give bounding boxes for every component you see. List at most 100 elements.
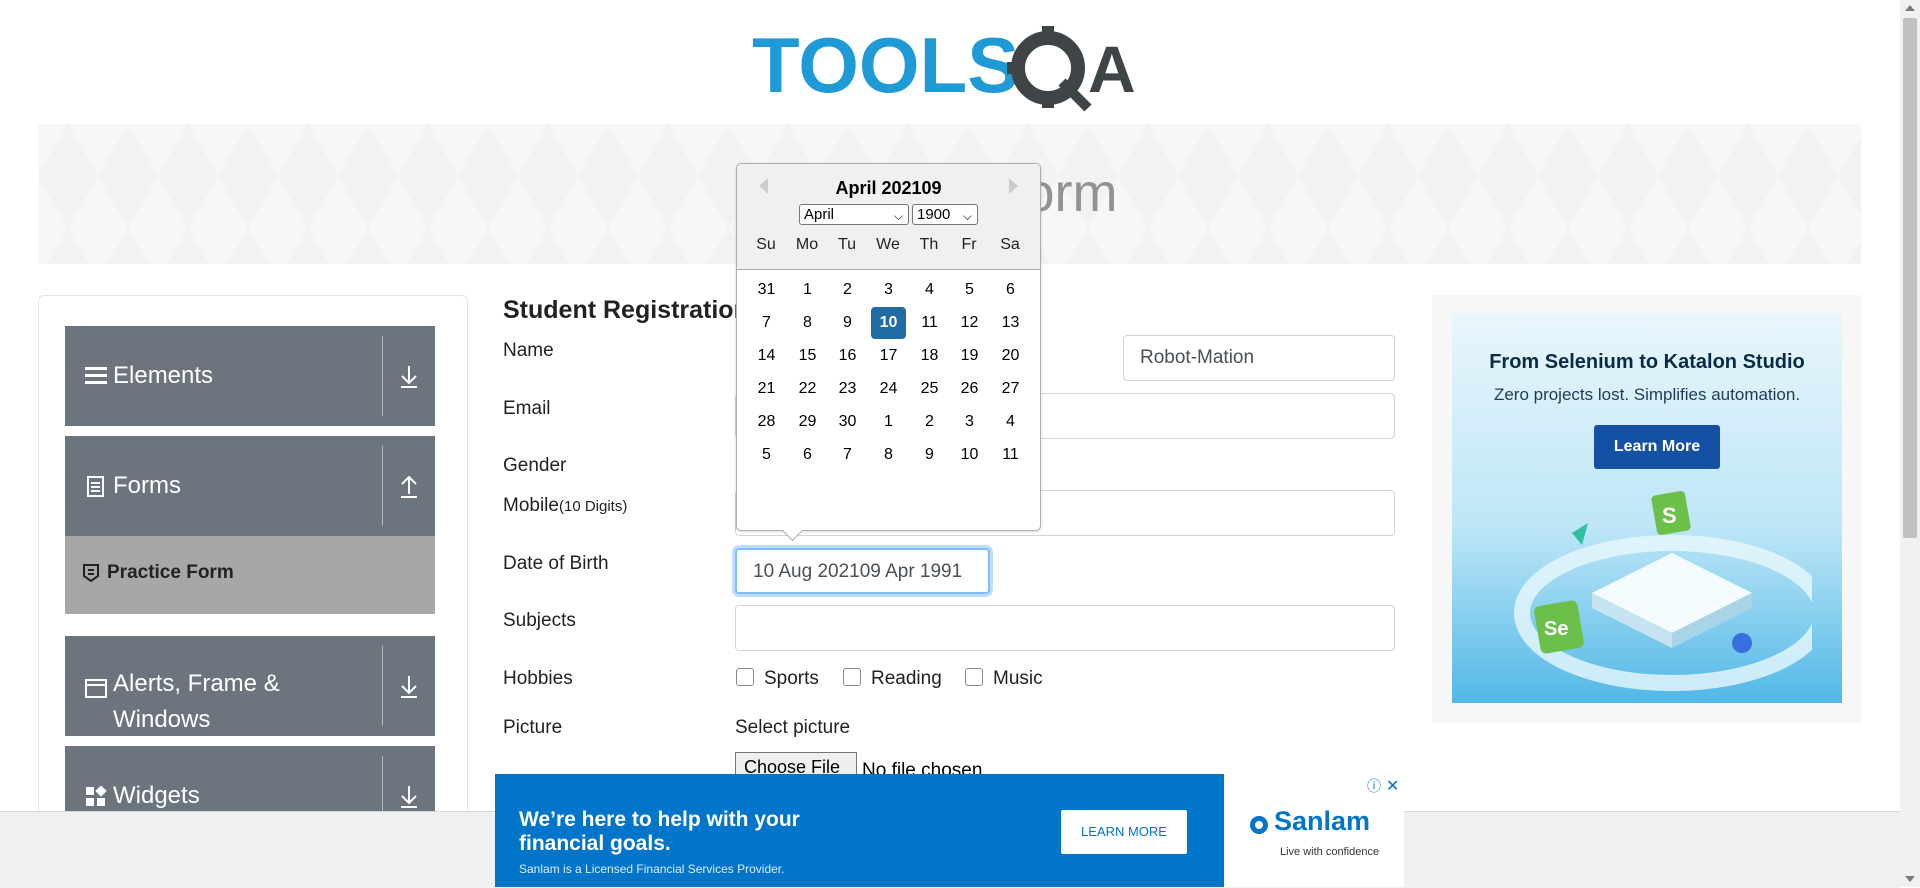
right-advertisement[interactable]: From Selenium to Katalon Studio Zero pro… bbox=[1432, 295, 1862, 723]
sidebar: Elements Forms Practice Form Alerts, Fra… bbox=[38, 295, 468, 856]
sidebar-group-label: Elements bbox=[113, 362, 214, 389]
calendar-day[interactable]: 6 bbox=[790, 439, 825, 471]
form-icon bbox=[85, 476, 107, 498]
year-select-value: 1900 bbox=[917, 206, 951, 223]
calendar-day[interactable]: 4 bbox=[993, 406, 1028, 438]
hobby-reading[interactable]: Reading bbox=[843, 668, 942, 690]
sidebar-item-practice-form[interactable]: Practice Form bbox=[65, 536, 435, 614]
calendar-day[interactable]: 7 bbox=[830, 439, 865, 471]
calendar-day[interactable]: 29 bbox=[790, 406, 825, 438]
ad-close-icon[interactable]: ✕ bbox=[1386, 776, 1399, 796]
svg-text:A: A bbox=[1088, 32, 1136, 106]
weekday-label: Sa bbox=[1000, 236, 1020, 253]
scroll-up-icon[interactable] bbox=[1905, 5, 1915, 11]
subjects-input[interactable] bbox=[735, 605, 1395, 651]
calendar-day[interactable]: 30 bbox=[830, 406, 865, 438]
calendar-day[interactable]: 21 bbox=[749, 373, 784, 405]
chevron-down-icon: ⌵ bbox=[962, 209, 972, 223]
calendar-day[interactable]: 31 bbox=[749, 274, 784, 306]
calendar-day[interactable]: 2 bbox=[912, 406, 947, 438]
calendar-day[interactable]: 8 bbox=[790, 307, 825, 339]
date-of-birth-input[interactable]: 10 Aug 202109 Apr 1991 bbox=[735, 548, 990, 594]
checkbox[interactable] bbox=[965, 668, 983, 686]
calendar-day[interactable]: 3 bbox=[952, 406, 987, 438]
calendar-day[interactable]: 9 bbox=[830, 307, 865, 339]
window-icon bbox=[85, 678, 107, 700]
ad-info-icon[interactable]: ⓘ bbox=[1367, 776, 1381, 796]
calendar-day[interactable]: 6 bbox=[993, 274, 1028, 306]
sidebar-group-alerts[interactable]: Alerts, Frame & Windows bbox=[65, 636, 435, 736]
calendar-day[interactable]: 8 bbox=[871, 439, 906, 471]
last-name-input[interactable]: Robot-Mation bbox=[1123, 335, 1395, 381]
calendar-day[interactable]: 23 bbox=[830, 373, 865, 405]
next-month-icon[interactable] bbox=[1009, 178, 1018, 194]
calendar-day[interactable]: 20 bbox=[993, 340, 1028, 372]
month-select[interactable]: April ⌵ bbox=[799, 204, 909, 225]
calendar-day[interactable]: 13 bbox=[993, 307, 1028, 339]
calendar-day[interactable]: 14 bbox=[749, 340, 784, 372]
menu-icon bbox=[85, 364, 107, 386]
logo-text: TOOLS bbox=[752, 21, 1019, 109]
weekday-label: Fr bbox=[961, 236, 977, 253]
calendar-day[interactable]: 4 bbox=[912, 274, 947, 306]
calendar-day[interactable]: 17 bbox=[871, 340, 906, 372]
sidebar-group-label: Alerts, Frame & Windows bbox=[113, 670, 280, 733]
calendar-day[interactable]: 11 bbox=[912, 307, 947, 339]
calendar-day[interactable]: 16 bbox=[830, 340, 865, 372]
page-scrollbar[interactable] bbox=[1900, 0, 1920, 887]
bottom-advertisement[interactable]: We’re here to help with your financial g… bbox=[495, 774, 1224, 887]
ad-headline: We’re here to help with your financial g… bbox=[519, 808, 800, 855]
practice-form-icon bbox=[83, 564, 99, 587]
calendar-day[interactable]: 18 bbox=[912, 340, 947, 372]
calendar-day[interactable]: 26 bbox=[952, 373, 987, 405]
calendar-day[interactable]: 11 bbox=[993, 439, 1028, 471]
calendar-day[interactable]: 27 bbox=[993, 373, 1028, 405]
toolsqa-logo[interactable]: TOOLS A bbox=[752, 20, 1152, 112]
hobby-label: Music bbox=[993, 668, 1043, 689]
arrow-up-icon[interactable] bbox=[393, 470, 425, 502]
calendar-day[interactable]: 5 bbox=[749, 439, 784, 471]
select-picture-label: Select picture bbox=[735, 717, 851, 738]
calendar-day[interactable]: 24 bbox=[871, 373, 906, 405]
year-select[interactable]: 1900 ⌵ bbox=[912, 204, 978, 225]
arrow-down-icon[interactable] bbox=[393, 360, 425, 392]
hobby-music[interactable]: Music bbox=[965, 668, 1043, 690]
calendar-day[interactable]: 3 bbox=[871, 274, 906, 306]
calendar-day[interactable]: 19 bbox=[952, 340, 987, 372]
calendar-day[interactable]: 7 bbox=[749, 307, 784, 339]
sidebar-group-forms[interactable]: Forms bbox=[65, 436, 435, 536]
sidebar-group-label: Forms bbox=[113, 472, 181, 499]
month-select-value: April bbox=[804, 206, 835, 223]
sidebar-group-label: Widgets bbox=[113, 782, 200, 809]
ad-learn-more-button[interactable]: LEARN MORE bbox=[1061, 810, 1187, 854]
katalon-ad[interactable]: From Selenium to Katalon Studio Zero pro… bbox=[1452, 313, 1842, 703]
calendar-day[interactable]: 28 bbox=[749, 406, 784, 438]
hobby-sports[interactable]: Sports bbox=[736, 668, 819, 690]
sanlam-tagline: Live with confidence bbox=[1280, 846, 1380, 858]
sidebar-item-label: Practice Form bbox=[107, 562, 234, 583]
calendar-day-selected[interactable]: 10 bbox=[871, 307, 906, 339]
checkbox[interactable] bbox=[736, 668, 754, 686]
calendar-day[interactable]: 12 bbox=[952, 307, 987, 339]
calendar-day[interactable]: 15 bbox=[790, 340, 825, 372]
calendar-day[interactable]: 10 bbox=[952, 439, 987, 471]
sidebar-group-elements[interactable]: Elements bbox=[65, 326, 435, 426]
calendar-day[interactable]: 2 bbox=[830, 274, 865, 306]
calendar-day[interactable]: 25 bbox=[912, 373, 947, 405]
scroll-down-icon[interactable] bbox=[1905, 876, 1915, 882]
checkbox[interactable] bbox=[843, 668, 861, 686]
picture-label: Picture bbox=[503, 717, 563, 738]
chevron-down-icon: ⌵ bbox=[893, 209, 903, 223]
arrow-down-icon[interactable] bbox=[393, 670, 425, 702]
ad-illustration: S Se bbox=[1514, 490, 1812, 691]
ad-learn-more-button[interactable]: Learn More bbox=[1594, 425, 1720, 469]
date-picker-pointer bbox=[781, 519, 804, 542]
scrollbar-thumb[interactable] bbox=[1903, 18, 1917, 538]
calendar-day[interactable]: 1 bbox=[871, 406, 906, 438]
gender-label: Gender bbox=[503, 455, 567, 476]
calendar-day[interactable]: 1 bbox=[790, 274, 825, 306]
arrow-down-icon[interactable] bbox=[393, 780, 425, 812]
calendar-day[interactable]: 5 bbox=[952, 274, 987, 306]
calendar-day[interactable]: 22 bbox=[790, 373, 825, 405]
calendar-day[interactable]: 9 bbox=[912, 439, 947, 471]
